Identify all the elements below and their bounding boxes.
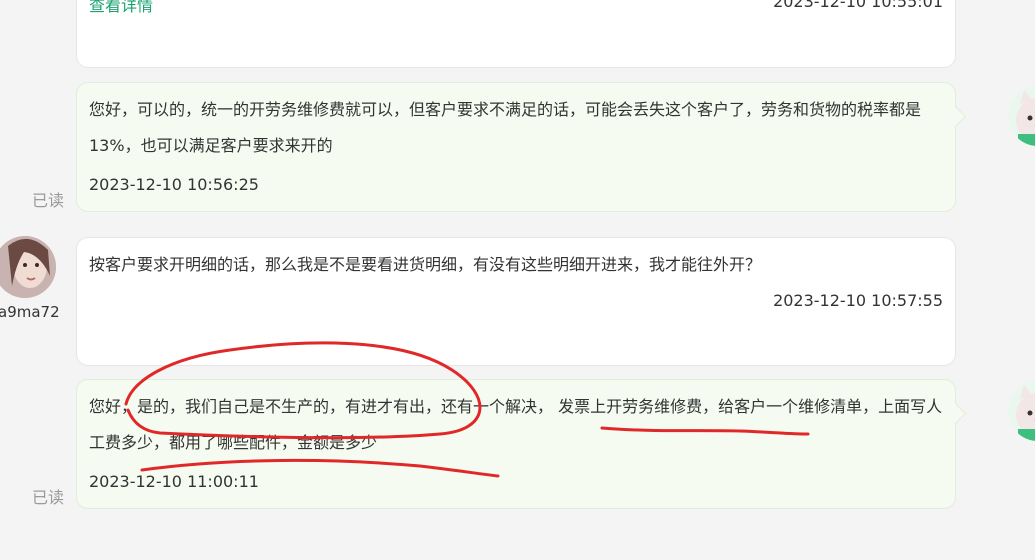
message-text: 您好，是的，我们自己是不生产的，有进才有出，还有一个解决， 发票上开劳务维修费，… [89, 397, 943, 452]
cat-avatar-icon[interactable] [1008, 381, 1035, 441]
message-bubble-sent: 您好，是的，我们自己是不生产的，有进才有出，还有一个解决， 发票上开劳务维修费，… [76, 379, 967, 509]
message-bubble-sent: 您好，可以的，统一的开劳务维修费就可以，但客户要求不满足的话，可能会丢失这个客户… [76, 82, 967, 212]
message-time: 2023-12-10 11:00:11 [89, 472, 259, 491]
message-time: 2023-12-10 10:55:01 [773, 0, 943, 11]
message-time: 2023-12-10 10:56:25 [89, 175, 259, 194]
bubble-tail [944, 402, 967, 425]
message-text: 您好，可以的，统一的开劳务维修费就可以，但客户要求不满足的话，可能会丢失这个客户… [89, 100, 922, 155]
read-status: 已读 [32, 488, 65, 507]
message-bubble-received: 查看详情 2023-12-10 10:55:01 [76, 0, 956, 68]
bubble-tail [944, 105, 967, 128]
message-time: 2023-12-10 10:57:55 [773, 291, 943, 310]
user-avatar[interactable] [0, 236, 56, 298]
cat-avatar-icon[interactable] [1008, 86, 1035, 146]
read-status: 已读 [32, 191, 65, 210]
view-details-link[interactable]: 查看详情 [89, 0, 153, 16]
message-bubble-received: 按客户要求开明细的话，那么我是不是要看进货明细，有没有这些明细开进来，我才能往外… [76, 237, 956, 366]
username: a9ma72 [0, 303, 60, 321]
message-text: 按客户要求开明细的话，那么我是不是要看进货明细，有没有这些明细开进来，我才能往外… [89, 255, 762, 274]
